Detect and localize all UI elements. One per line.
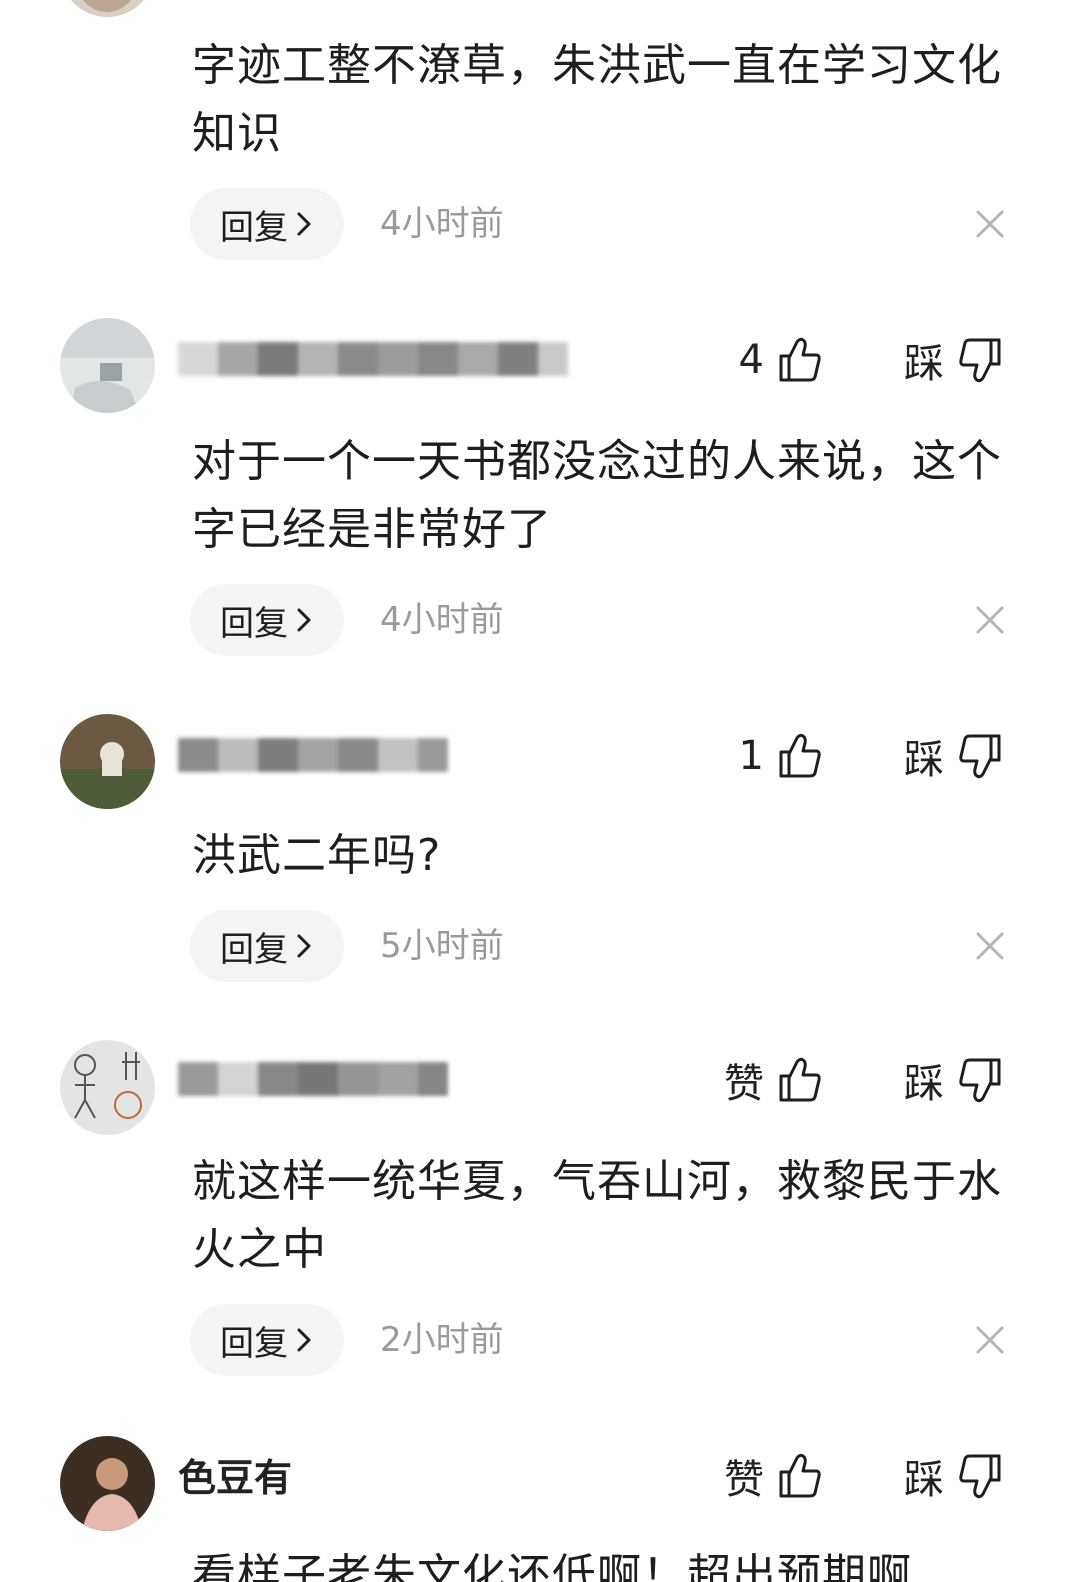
dislike-button[interactable]: 踩 bbox=[904, 1446, 1002, 1506]
reply-label: 回复 bbox=[220, 603, 288, 644]
reply-label: 回复 bbox=[220, 1323, 288, 1364]
avatar[interactable] bbox=[60, 0, 155, 17]
comment-text: 洪武二年吗? bbox=[192, 830, 442, 881]
close-icon[interactable] bbox=[972, 602, 1008, 638]
reply-button[interactable]: 回复 bbox=[190, 1304, 344, 1376]
timestamp: 5小时前 bbox=[380, 926, 504, 966]
chevron-right-icon bbox=[297, 212, 311, 236]
comment-text: 就这样一统华夏，气吞山河，救黎民于水火之中 bbox=[192, 1156, 1002, 1275]
comment-feed: 字迹工整不潦草，朱洪武一直在学习文化知识 回复 4小时前 4 踩 对于一个一天书… bbox=[0, 0, 1080, 1582]
dislike-label: 踩 bbox=[904, 341, 944, 387]
dislike-button[interactable]: 踩 bbox=[904, 726, 1002, 786]
like-count: 4 bbox=[738, 337, 764, 383]
avatar[interactable] bbox=[60, 318, 155, 413]
thumbs-down-icon bbox=[959, 338, 1001, 383]
avatar[interactable] bbox=[60, 714, 155, 809]
reply-button[interactable]: 回复 bbox=[190, 910, 344, 982]
comment-text: 字迹工整不潦草，朱洪武一直在学习文化知识 bbox=[192, 40, 1002, 159]
comment-text: 对于一个一天书都没念过的人来说，这个字已经是非常好了 bbox=[192, 436, 1002, 555]
thumbs-down-icon bbox=[959, 1058, 1001, 1103]
dislike-button[interactable]: 踩 bbox=[904, 1050, 1002, 1110]
chevron-right-icon bbox=[297, 608, 311, 632]
like-count: 1 bbox=[738, 733, 764, 779]
dislike-button[interactable]: 踩 bbox=[904, 330, 1002, 390]
like-button[interactable]: 赞 bbox=[724, 1446, 822, 1506]
chevron-right-icon bbox=[297, 934, 311, 958]
like-count: 赞 bbox=[724, 1457, 764, 1503]
reply-label: 回复 bbox=[220, 929, 288, 970]
username-redacted[interactable] bbox=[178, 1050, 448, 1110]
like-button[interactable]: 4 bbox=[739, 330, 822, 390]
username-redacted[interactable] bbox=[178, 726, 448, 786]
chevron-right-icon bbox=[297, 1328, 311, 1352]
like-button[interactable]: 1 bbox=[739, 726, 822, 786]
timestamp: 4小时前 bbox=[380, 204, 504, 244]
reply-label: 回复 bbox=[220, 207, 288, 248]
dislike-label: 踩 bbox=[904, 1457, 944, 1503]
timestamp: 4小时前 bbox=[380, 600, 504, 640]
dislike-label: 踩 bbox=[904, 1061, 944, 1107]
avatar[interactable] bbox=[60, 1436, 155, 1531]
close-icon[interactable] bbox=[972, 928, 1008, 964]
thumbs-down-icon bbox=[959, 1454, 1001, 1499]
like-count: 赞 bbox=[724, 1061, 764, 1107]
thumbs-up-icon bbox=[779, 1057, 821, 1102]
reply-button[interactable]: 回复 bbox=[190, 188, 344, 260]
username[interactable]: 色豆有 bbox=[178, 1448, 292, 1508]
thumbs-down-icon bbox=[959, 734, 1001, 779]
thumbs-up-icon bbox=[779, 337, 821, 382]
dislike-label: 踩 bbox=[904, 737, 944, 783]
username-redacted[interactable] bbox=[178, 330, 568, 390]
thumbs-up-icon bbox=[779, 1453, 821, 1498]
avatar[interactable] bbox=[60, 1040, 155, 1135]
comment-text: 看样子老朱文化还低啊！超出预期啊 bbox=[192, 1550, 912, 1582]
timestamp: 2小时前 bbox=[380, 1320, 504, 1360]
like-button[interactable]: 赞 bbox=[724, 1050, 822, 1110]
close-icon[interactable] bbox=[972, 1322, 1008, 1358]
reply-button[interactable]: 回复 bbox=[190, 584, 344, 656]
close-icon[interactable] bbox=[972, 206, 1008, 242]
thumbs-up-icon bbox=[779, 733, 821, 778]
